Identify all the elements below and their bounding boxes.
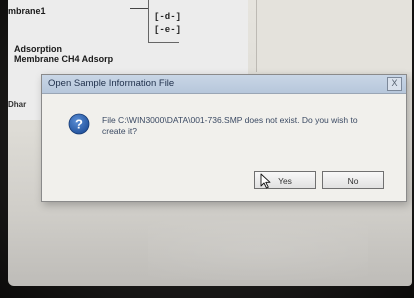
dhar-label: Dhar <box>8 100 27 109</box>
screen-glare <box>148 220 368 280</box>
adsorption-label: Adsorption <box>14 44 62 54</box>
close-icon: X <box>391 78 398 88</box>
dialog-titlebar[interactable]: Open Sample Information File X <box>42 75 406 94</box>
dialog-message: File C:\WIN3000\DATA\001-736.SMP does no… <box>102 115 358 136</box>
tree-item-e[interactable]: [-e-] <box>154 25 181 35</box>
monitor-bezel: mbrane1 Adsorption Membrane CH4 Adsorp D… <box>0 0 414 298</box>
membrane-ch4-label: Membrane CH4 Adsorp <box>14 54 114 64</box>
dialog-title: Open Sample Information File <box>48 78 175 89</box>
tree-item-d[interactable]: [-d-] <box>154 12 181 22</box>
svg-text:?: ? <box>75 117 83 132</box>
question-icon: ? <box>68 113 90 135</box>
tree-connector-line <box>130 8 148 9</box>
no-button[interactable]: No <box>322 171 384 189</box>
membrane-label: mbrane1 <box>8 6 46 16</box>
close-button[interactable]: X <box>387 77 402 91</box>
right-pane <box>256 0 412 72</box>
mouse-cursor-icon <box>260 173 271 189</box>
screen: mbrane1 Adsorption Membrane CH4 Adsorp D… <box>8 0 412 286</box>
open-sample-dialog: Open Sample Information File X ? File C:… <box>41 74 407 202</box>
